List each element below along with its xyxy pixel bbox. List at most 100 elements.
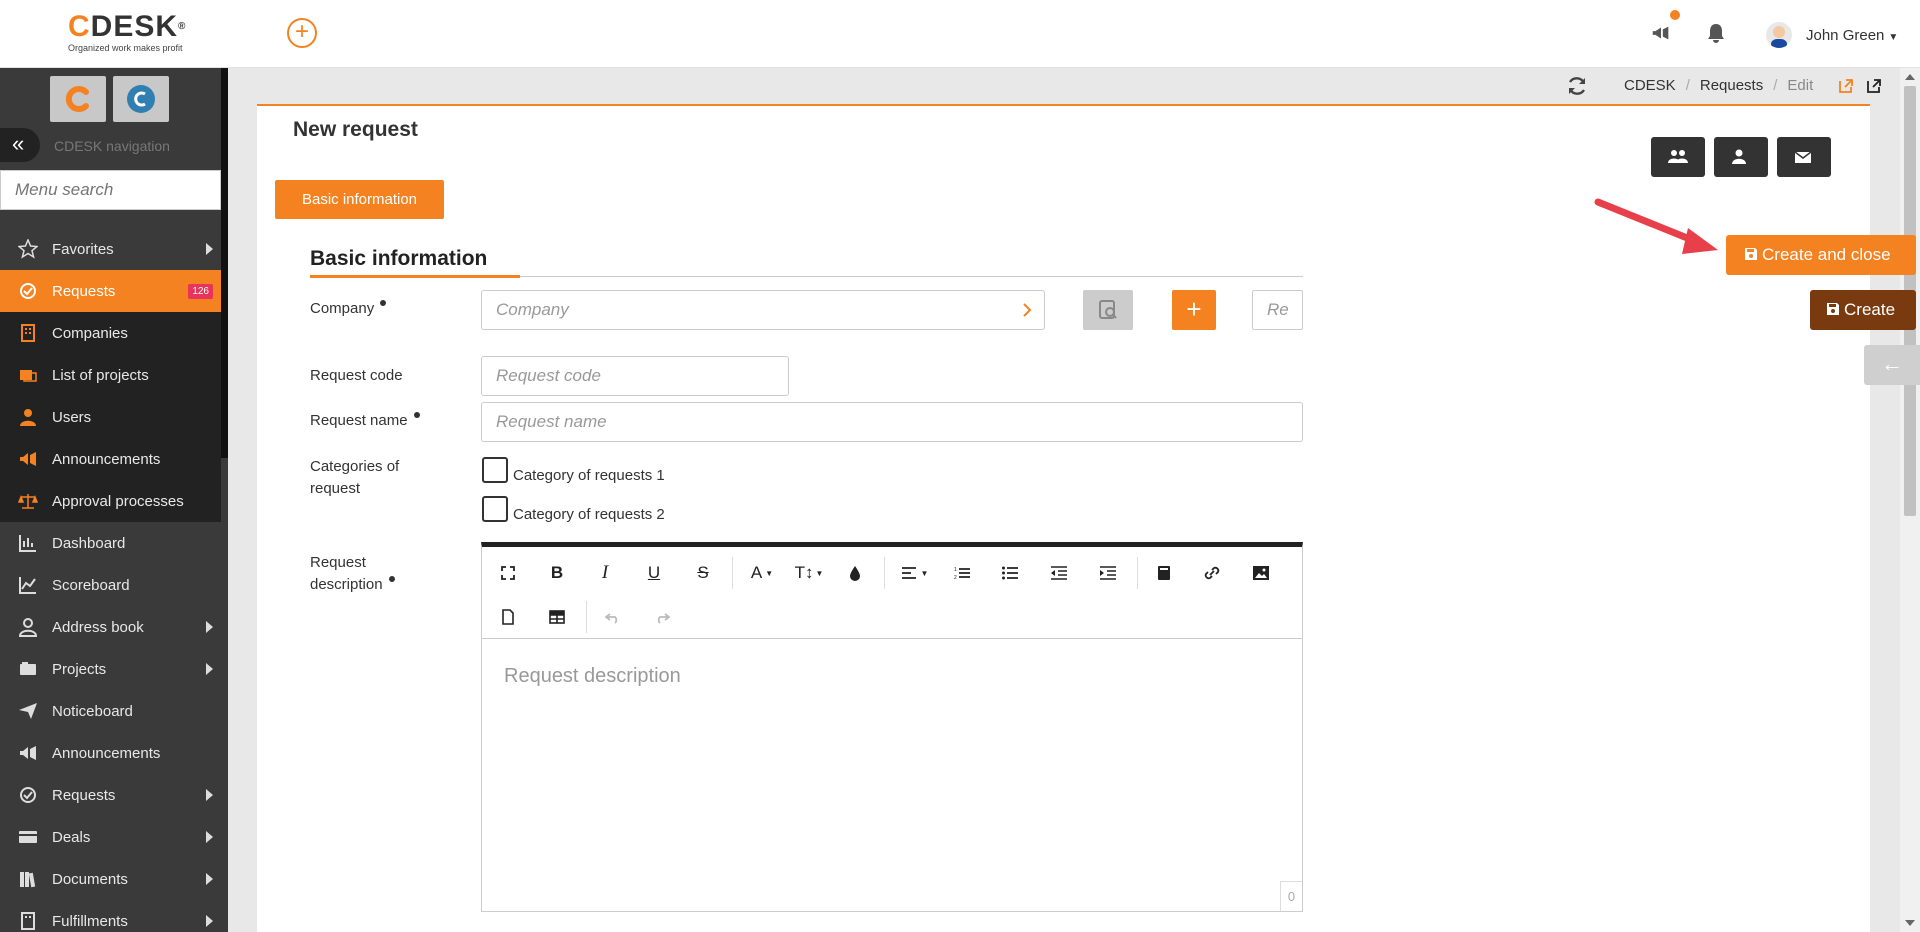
document-icon[interactable] — [494, 603, 522, 631]
app-switch-secondary[interactable] — [113, 76, 169, 122]
sidebar-item-users[interactable]: Users — [0, 396, 221, 438]
requests-count-badge: 126 — [188, 284, 213, 299]
sidebar-item-address-book[interactable]: Address book — [0, 606, 221, 648]
chevron-down-icon: ▼ — [1888, 32, 1899, 43]
requests-outline-icon — [20, 787, 36, 803]
sidebar-item-announcements[interactable]: Announcements — [0, 438, 221, 480]
assign-user-button[interactable] — [1714, 137, 1768, 177]
sidebar-item-deals[interactable]: Deals — [0, 816, 221, 858]
underline-icon[interactable]: U — [640, 559, 668, 587]
outdent-icon[interactable] — [1045, 559, 1073, 587]
megaphone-outline-icon — [20, 746, 36, 760]
send-email-button[interactable] — [1777, 137, 1831, 177]
indent-icon[interactable] — [1094, 559, 1122, 587]
create-and-close-button[interactable]: Create and close — [1726, 235, 1916, 275]
scales-icon — [18, 494, 38, 509]
sidebar-item-label: Dashboard — [52, 534, 126, 552]
table-icon[interactable] — [543, 603, 571, 631]
request-code-input[interactable]: Request code — [481, 356, 789, 396]
sidebar-item-projects[interactable]: Projects — [0, 648, 221, 690]
save-icon — [1827, 303, 1839, 316]
avatar[interactable] — [1766, 22, 1792, 48]
sidebar-item-list-of-projects[interactable]: List of projects — [0, 354, 221, 396]
character-counter: 0 — [1280, 881, 1302, 911]
sidebar-item-documents[interactable]: Documents — [0, 858, 221, 900]
back-button[interactable]: ← — [1864, 345, 1920, 385]
app-switch-cdesk[interactable] — [50, 76, 106, 122]
highlight-color-icon[interactable] — [841, 559, 869, 587]
category-2-checkbox[interactable] — [482, 496, 508, 522]
font-size-menu-icon[interactable]: T↕ ▼ — [789, 559, 829, 587]
open-window-icon[interactable] — [1866, 78, 1882, 94]
page-scrollbar[interactable] — [1900, 68, 1920, 932]
undo-icon[interactable] — [599, 603, 627, 631]
editor-toolbar: B I U S A ▼ T↕ ▼ ▼ 12 — [482, 547, 1302, 639]
sidebar-item-requests[interactable]: Requests 126 — [0, 270, 221, 312]
bold-icon[interactable]: B — [543, 559, 571, 587]
collapse-nav-button[interactable]: « — [0, 128, 40, 162]
sidebar-scrollbar[interactable] — [221, 68, 228, 458]
megaphone-icon[interactable] — [1650, 22, 1674, 46]
company-input[interactable]: Company — [481, 290, 1045, 330]
request-code-label: Request code — [310, 367, 403, 384]
create-button[interactable]: Create — [1810, 290, 1916, 330]
envelope-icon — [1794, 151, 1812, 163]
menu-search-input[interactable] — [0, 170, 221, 210]
caret-right-icon — [206, 663, 213, 675]
redo-icon[interactable] — [648, 603, 676, 631]
external-link-icon[interactable] — [1838, 78, 1854, 94]
logo-letter: C — [68, 10, 91, 43]
toolbar-separator — [732, 557, 733, 589]
cdesk-logo[interactable]: CDESK® Organized work makes profit — [68, 12, 198, 56]
quick-add-button[interactable]: + — [287, 18, 317, 48]
request-name-input[interactable]: Request name — [481, 402, 1303, 442]
sidebar-item-requests-2[interactable]: Requests — [0, 774, 221, 816]
description-label: Request description — [310, 552, 395, 596]
italic-icon[interactable]: I — [591, 559, 619, 587]
request-name-label-text: Request name — [310, 412, 408, 429]
breadcrumb-cdesk[interactable]: CDESK — [1624, 77, 1676, 94]
scroll-down-icon[interactable] — [1905, 920, 1915, 926]
category-1-label[interactable]: Category of requests 1 — [513, 467, 665, 484]
link-icon[interactable] — [1198, 559, 1226, 587]
sidebar-item-announcements-2[interactable]: Announcements — [0, 732, 221, 774]
sidebar-item-companies[interactable]: Companies — [0, 312, 221, 354]
user-menu[interactable]: John Green ▼ — [1806, 27, 1898, 44]
sidebar-item-scoreboard[interactable]: Scoreboard — [0, 564, 221, 606]
image-icon[interactable] — [1247, 559, 1275, 587]
re-input[interactable]: Re — [1252, 290, 1303, 330]
tab-basic-information[interactable]: Basic information — [275, 180, 444, 219]
projects-list-icon — [20, 370, 37, 382]
chevron-right-icon[interactable] — [1020, 301, 1034, 319]
unordered-list-icon[interactable] — [996, 559, 1024, 587]
align-menu-icon[interactable]: ▼ — [897, 559, 933, 587]
breadcrumb-separator: / — [1773, 77, 1778, 94]
bell-icon[interactable] — [1706, 22, 1730, 46]
sidebar-item-fulfillments[interactable]: Fulfillments — [0, 900, 221, 932]
category-1-checkbox[interactable] — [482, 457, 508, 483]
section-divider-accent — [310, 275, 520, 278]
toolbar-separator — [1137, 557, 1138, 589]
sidebar-item-label: Documents — [52, 870, 128, 888]
fullscreen-icon[interactable] — [494, 559, 522, 587]
caret-right-icon — [206, 915, 213, 927]
company-lookup-button[interactable] — [1083, 290, 1133, 330]
book-icon[interactable] — [1150, 559, 1178, 587]
ordered-list-icon[interactable]: 12 — [948, 559, 976, 587]
caret-right-icon — [206, 831, 213, 843]
sidebar-item-noticeboard[interactable]: Noticeboard — [0, 690, 221, 732]
font-color-menu-icon[interactable]: A ▼ — [744, 559, 780, 587]
strikethrough-icon[interactable]: S — [689, 559, 717, 587]
add-company-button[interactable]: + — [1172, 290, 1216, 330]
required-dot — [388, 576, 395, 582]
refresh-icon[interactable] — [1566, 75, 1588, 97]
sidebar-item-approval-processes[interactable]: Approval processes — [0, 480, 221, 522]
category-2-label[interactable]: Category of requests 2 — [513, 506, 665, 523]
description-editor-area[interactable]: Request description — [504, 665, 681, 688]
address-book-icon — [18, 618, 38, 637]
sidebar-item-favorites[interactable]: Favorites — [0, 228, 221, 270]
breadcrumb-requests[interactable]: Requests — [1700, 77, 1763, 94]
sidebar-item-dashboard[interactable]: Dashboard — [0, 522, 221, 564]
assign-group-button[interactable] — [1651, 137, 1705, 177]
scroll-up-icon[interactable] — [1905, 74, 1915, 80]
